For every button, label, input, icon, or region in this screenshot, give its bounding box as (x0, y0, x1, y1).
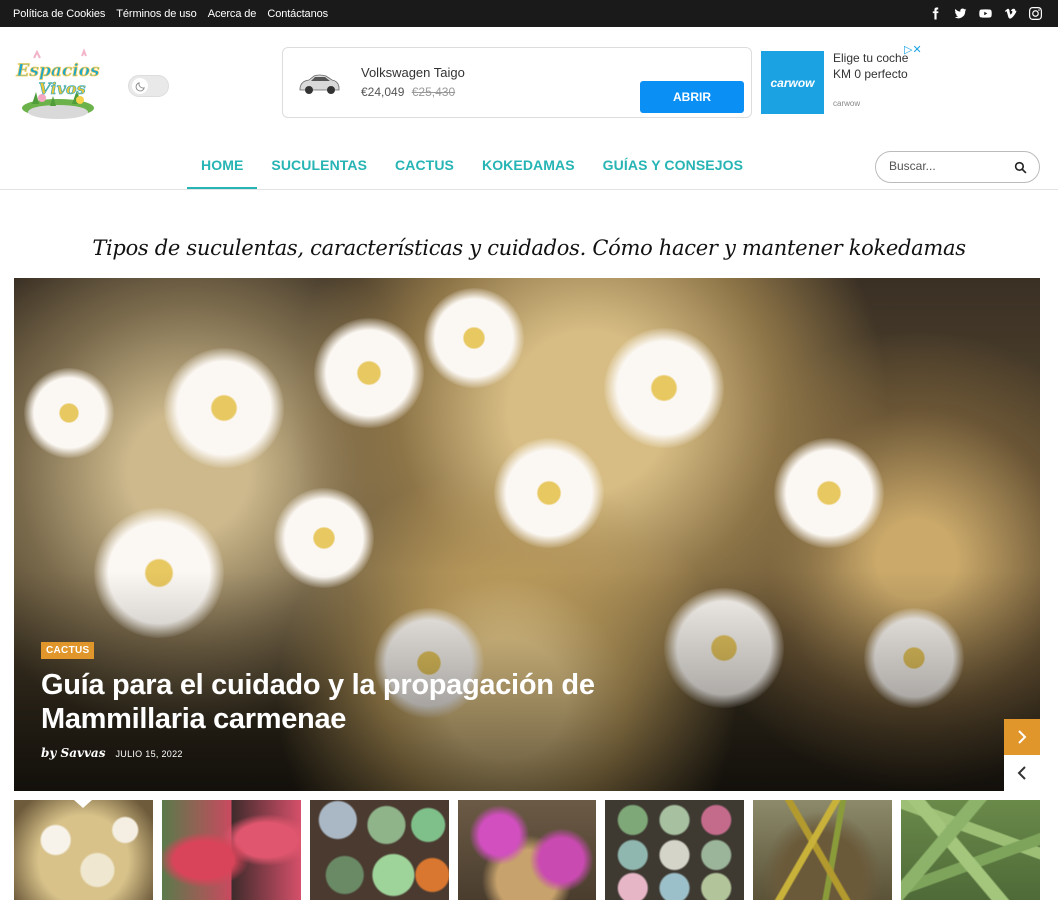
flower-decoration (314, 318, 424, 428)
cookie-policy-link[interactable]: Política de Cookies (13, 8, 105, 20)
moon-icon (132, 78, 148, 94)
hero-author[interactable]: by Savvas (41, 746, 105, 760)
thumbnail-4[interactable] (457, 800, 597, 900)
svg-text:Vivos: Vivos (38, 79, 85, 98)
slider-next-button[interactable] (1004, 719, 1040, 755)
nav-cactus[interactable]: CACTUS (381, 140, 468, 190)
dark-mode-toggle[interactable] (128, 75, 169, 97)
svg-text:Espacios: Espacios (15, 61, 100, 81)
facebook-icon[interactable] (928, 7, 942, 21)
thumbnail-7[interactable] (901, 800, 1041, 900)
twitter-icon[interactable] (953, 7, 967, 21)
nav-suculentas[interactable]: SUCULENTAS (257, 140, 381, 190)
site-tagline: Tipos de suculentas, características y c… (92, 236, 966, 260)
main-nav: HOME SUCULENTAS CACTUS KOKEDAMAS GUÍAS Y… (187, 140, 757, 190)
ad-current-price: €24,049 (361, 85, 405, 99)
hero-date: JULIO 15, 2022 (115, 749, 183, 759)
slider-prev-button[interactable] (1004, 755, 1040, 791)
chevron-left-icon (1017, 766, 1026, 780)
flower-decoration (494, 438, 604, 548)
search-icon[interactable] (1014, 161, 1027, 174)
ad-old-price: €25,430 (411, 85, 456, 99)
flower-decoration (774, 438, 884, 548)
car-image (299, 74, 340, 94)
nav-home[interactable]: HOME (187, 140, 258, 190)
ad-banner[interactable]: Volkswagen Taigo €24,049 €25,430 ABRIR (282, 47, 752, 118)
thumbnail-3[interactable] (309, 800, 449, 900)
flower-decoration (424, 288, 524, 388)
thumbnail-6[interactable] (753, 800, 893, 900)
category-badge[interactable]: CACTUS (41, 642, 95, 659)
thumbnail-2[interactable] (161, 800, 301, 900)
contact-link[interactable]: Contáctanos (267, 8, 328, 20)
ad-title: Volkswagen Taigo (361, 65, 465, 80)
top-bar: Política de Cookies Términos de uso Acer… (0, 0, 1058, 27)
hero-meta: by Savvas JULIO 15, 2022 (41, 746, 183, 760)
ad-open-button[interactable]: ABRIR (640, 81, 744, 113)
nav-guias-consejos[interactable]: GUÍAS Y CONSEJOS (589, 140, 757, 190)
youtube-icon[interactable] (978, 7, 992, 21)
site-logo[interactable]: Espacios Vivos (12, 46, 106, 124)
chevron-right-icon (1018, 730, 1027, 744)
top-links: Política de Cookies Términos de uso Acer… (13, 0, 328, 27)
flower-decoration (24, 368, 114, 458)
thumbnail-5[interactable] (605, 800, 745, 900)
carwow-logo[interactable]: carwow (761, 51, 824, 114)
instagram-icon[interactable] (1028, 7, 1042, 21)
search-input[interactable] (889, 159, 1009, 173)
flower-decoration (164, 348, 284, 468)
social-links (928, 0, 1042, 27)
hero-title[interactable]: Guía para el cuidado y la propagación de… (41, 668, 681, 736)
vimeo-icon[interactable] (1003, 7, 1017, 21)
ad-price: €24,049 €25,430 (361, 85, 455, 99)
ad-close-icon[interactable]: ▷✕ (904, 43, 922, 56)
flower-decoration (604, 328, 724, 448)
terms-link[interactable]: Términos de uso (116, 8, 197, 20)
about-link[interactable]: Acerca de (208, 8, 257, 20)
ad-brand-small: carwow (833, 99, 861, 108)
nav-kokedamas[interactable]: KOKEDAMAS (468, 140, 589, 190)
slider-thumbnails (14, 800, 1041, 900)
nav-divider (0, 189, 1058, 190)
thumbnail-1[interactable] (14, 800, 153, 900)
search-box (875, 151, 1040, 183)
